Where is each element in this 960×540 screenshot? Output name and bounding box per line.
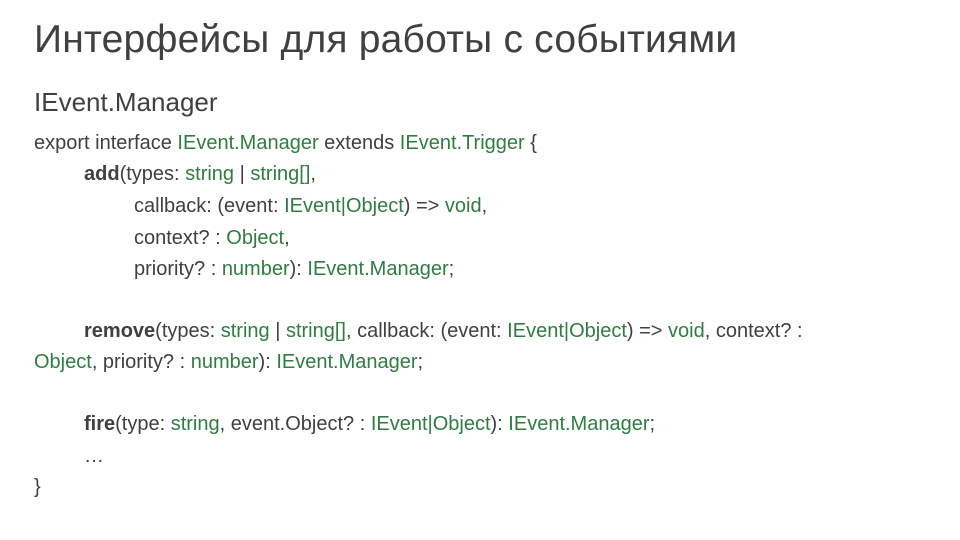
txt: , xyxy=(310,163,316,185)
fn-remove: remove xyxy=(84,320,155,342)
txt: , priority? : xyxy=(92,351,191,373)
txt: ; xyxy=(418,351,424,373)
type-string-array: string[] xyxy=(250,163,310,185)
brace-close: } xyxy=(34,476,41,498)
txt: , context? : xyxy=(705,320,803,342)
blank-line xyxy=(34,379,926,409)
fn-fire: fire xyxy=(84,413,115,435)
txt: ) => xyxy=(404,195,445,217)
txt: (types: xyxy=(155,320,221,342)
code-line: fire(type: string, event.Object? : IEven… xyxy=(34,409,926,441)
type-string: string xyxy=(185,163,234,185)
txt: ): xyxy=(259,351,277,373)
type-object: Object xyxy=(34,351,92,373)
type-ieventmanager: IEvent.Manager xyxy=(177,132,318,154)
type-number: number xyxy=(191,351,259,373)
slide: Интерфейсы для работы с событиями IEvent… xyxy=(0,0,960,504)
type-number: number xyxy=(222,258,290,280)
code-line: context? : Object, xyxy=(34,223,926,255)
txt: ): xyxy=(290,258,308,280)
txt: context? : xyxy=(134,227,226,249)
code-line: } xyxy=(34,472,926,504)
type-ieventmanager: IEvent.Manager xyxy=(276,351,417,373)
type-void: void xyxy=(668,320,705,342)
type-string: string xyxy=(221,320,270,342)
txt: ) => xyxy=(627,320,668,342)
txt: ; xyxy=(449,258,455,280)
code-line: priority? : number): IEvent.Manager; xyxy=(34,254,926,286)
kw-export-interface: export interface xyxy=(34,132,177,154)
slide-title: Интерфейсы для работы с событиями xyxy=(34,18,926,63)
type-ievent-object: IEvent|Object xyxy=(371,413,491,435)
txt: callback: (event: xyxy=(134,195,284,217)
kw-extends: extends xyxy=(319,132,400,154)
brace-open: { xyxy=(525,132,537,154)
code-line: export interface IEvent.Manager extends … xyxy=(34,128,926,160)
type-ieventmanager: IEvent.Manager xyxy=(508,413,649,435)
code-line: Object, priority? : number): IEvent.Mana… xyxy=(34,347,926,379)
ellipsis: … xyxy=(84,445,104,467)
type-ievent-object: IEvent|Object xyxy=(284,195,404,217)
txt: ; xyxy=(650,413,656,435)
interface-heading: IEvent.Manager xyxy=(34,87,926,118)
type-ieventtrigger: IEvent.Trigger xyxy=(400,132,525,154)
txt: , xyxy=(284,227,290,249)
type-ievent-object: IEvent|Object xyxy=(507,320,627,342)
txt: (types: xyxy=(120,163,186,185)
type-string-array: string[] xyxy=(286,320,346,342)
code-line: add(types: string | string[], xyxy=(34,159,926,191)
code-block: export interface IEvent.Manager extends … xyxy=(34,128,926,504)
code-line: remove(types: string | string[], callbac… xyxy=(34,316,926,348)
txt: priority? : xyxy=(134,258,222,280)
txt: , event.Object? : xyxy=(220,413,371,435)
type-ieventmanager: IEvent.Manager xyxy=(307,258,448,280)
code-line: … xyxy=(34,441,926,473)
fn-add: add xyxy=(84,163,120,185)
type-string: string xyxy=(171,413,220,435)
txt: | xyxy=(234,163,250,185)
type-void: void xyxy=(445,195,482,217)
txt: ): xyxy=(491,413,509,435)
blank-line xyxy=(34,286,926,316)
txt: , callback: (event: xyxy=(346,320,507,342)
txt: (type: xyxy=(115,413,171,435)
txt: , xyxy=(482,195,488,217)
txt: | xyxy=(270,320,286,342)
code-line: callback: (event: IEvent|Object) => void… xyxy=(34,191,926,223)
type-object: Object xyxy=(226,227,284,249)
